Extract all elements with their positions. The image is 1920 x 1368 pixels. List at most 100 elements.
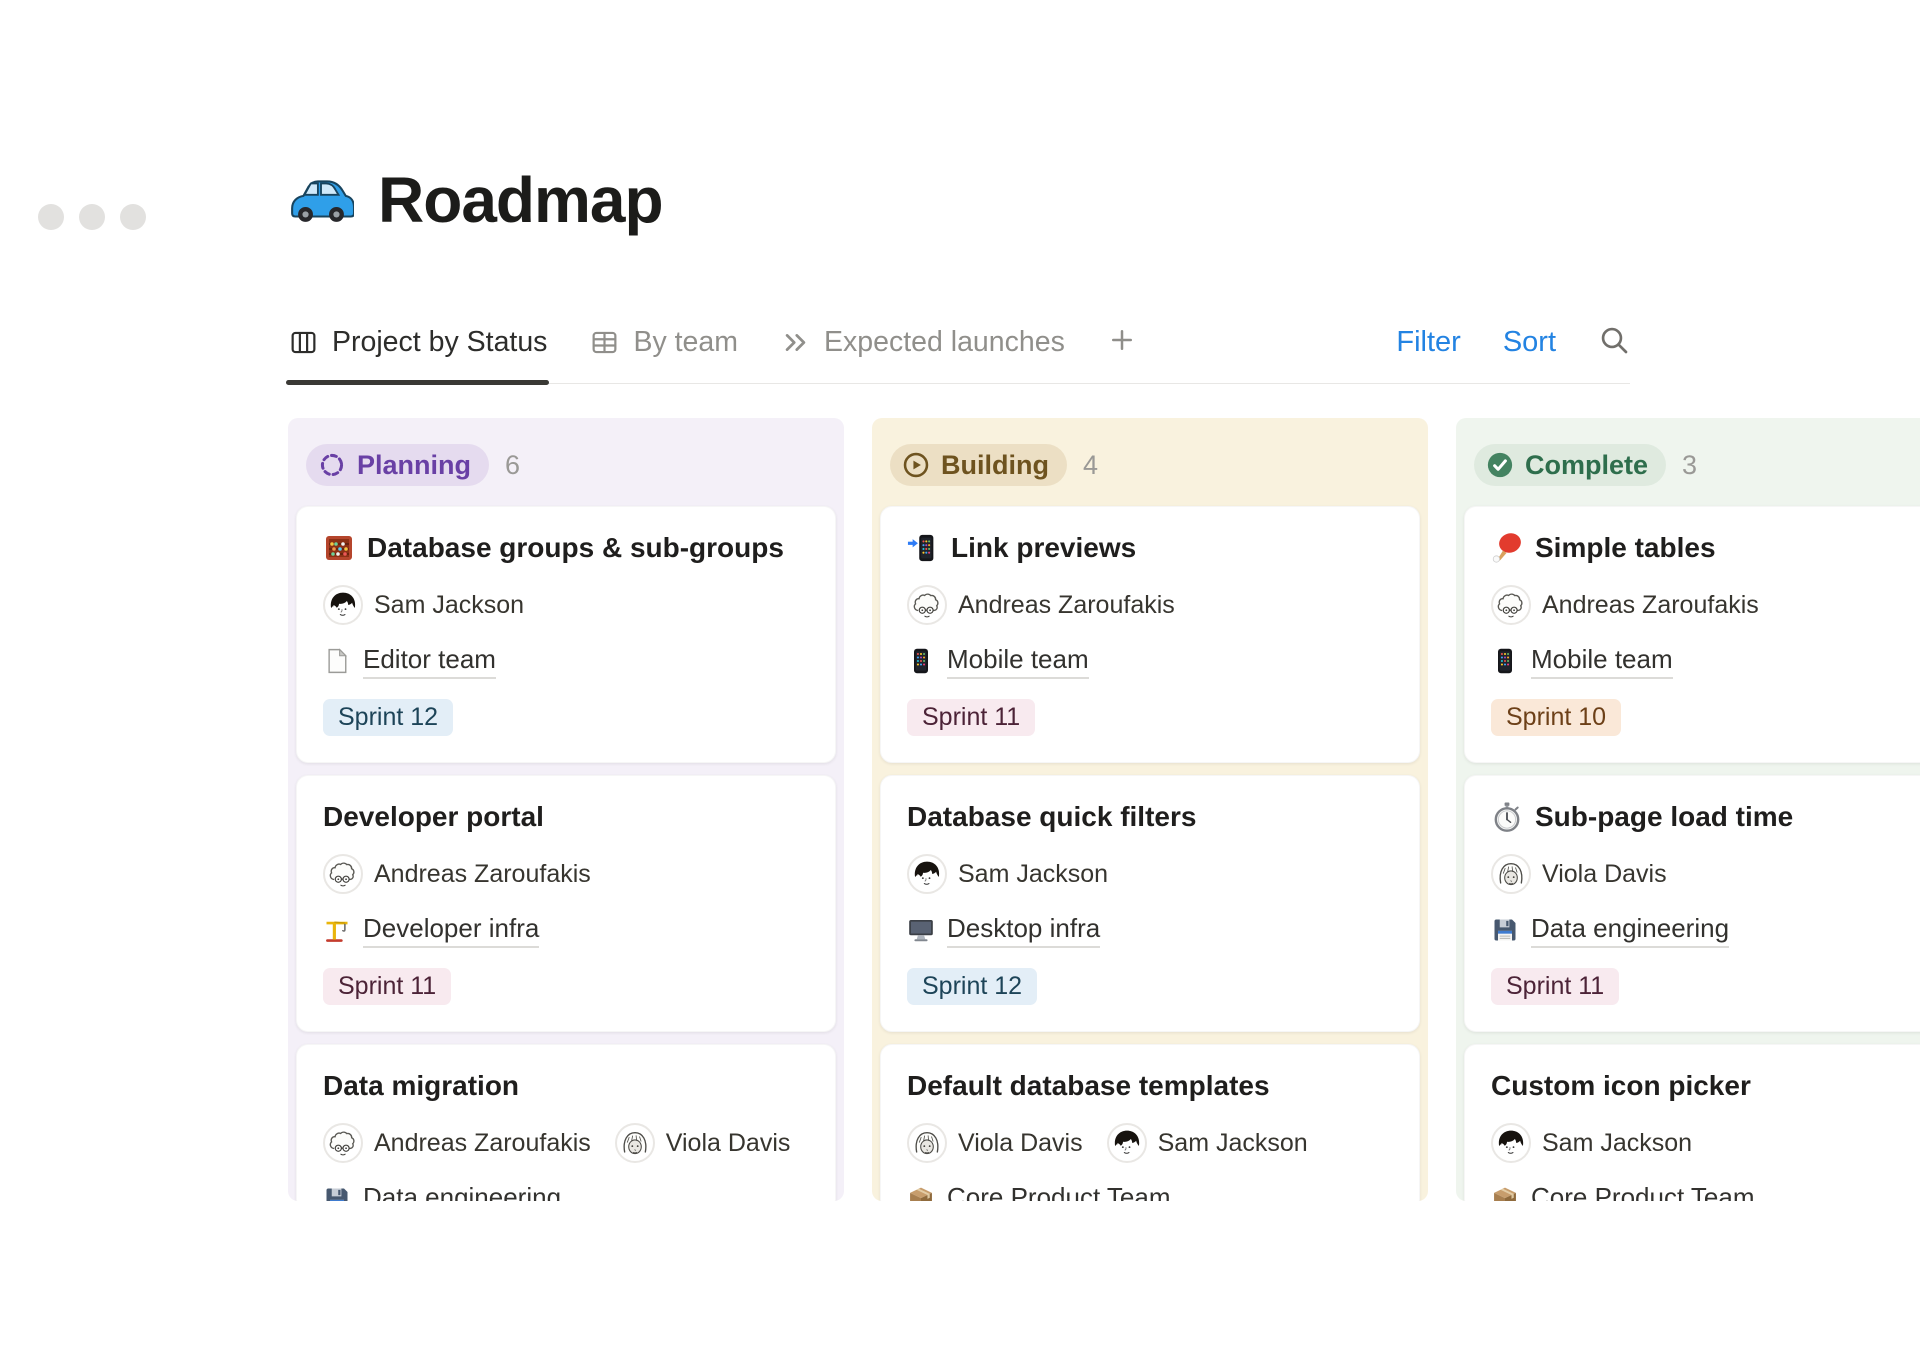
table-view-icon [589, 327, 620, 358]
search-button[interactable] [1598, 324, 1630, 361]
avatar-andreas [907, 585, 947, 625]
person: Sam Jackson [1491, 1123, 1692, 1163]
page-header: Roadmap [288, 168, 1920, 232]
chevrons-right-icon [780, 327, 811, 358]
person-row: Viola Davis [1491, 854, 1920, 894]
tab-label: Expected launches [824, 326, 1065, 359]
column-header: Building4 [880, 426, 1420, 506]
person-name: Andreas Zaroufakis [374, 1129, 591, 1158]
card[interactable]: Default database templates Viola Davis Sam… [880, 1044, 1420, 1201]
person-row: Andreas Zaroufakis Viola Davis [323, 1123, 809, 1163]
window-dot[interactable] [38, 204, 64, 230]
card-title: Database groups & sub-groups [323, 531, 809, 565]
card[interactable]: Custom icon picker Sam Jackson Core Produc… [1464, 1044, 1920, 1201]
team-link[interactable]: Mobile team [907, 643, 1393, 679]
avatar-andreas [1491, 585, 1531, 625]
page: Roadmap Project by Status By team Expect… [0, 168, 1920, 1201]
view-tabs-list: Project by Status By team Expected launc… [288, 325, 1137, 360]
person-name: Viola Davis [1542, 860, 1667, 889]
tab-project-by-status[interactable]: Project by Status [288, 326, 547, 359]
person-row: Andreas Zaroufakis [1491, 585, 1920, 625]
board-column-complete: Complete 3 Simple tablesAndreas Zaroufakis… [1456, 418, 1920, 1201]
filter-button[interactable]: Filter [1396, 326, 1460, 359]
person: Andreas Zaroufakis [323, 854, 591, 894]
avatar-viola [1491, 854, 1531, 894]
add-view-button[interactable] [1107, 325, 1137, 360]
column-count: 3 [1682, 450, 1697, 481]
avatar-sam [907, 854, 947, 894]
person-name: Sam Jackson [1158, 1129, 1308, 1158]
person-name: Sam Jackson [1542, 1129, 1692, 1158]
team-link[interactable]: Data engineering [323, 1181, 809, 1201]
status-pill-building[interactable]: Building [890, 444, 1067, 486]
team-link[interactable]: Core Product Team [1491, 1181, 1920, 1201]
team-label: Mobile team [947, 643, 1089, 679]
card[interactable]: Database groups & sub-groupsSam JacksonE… [296, 506, 836, 763]
card[interactable]: Developer portalAndreas ZaroufakisDevelo… [296, 775, 836, 1032]
tab-by-team[interactable]: By team [589, 326, 738, 359]
person-row: Viola Davis Sam Jackson [907, 1123, 1393, 1163]
card-list: Simple tablesAndreas ZaroufakisMobile te… [1464, 506, 1920, 1201]
status-building-icon [902, 451, 930, 479]
person-name: Sam Jackson [958, 860, 1108, 889]
car-icon[interactable] [288, 174, 354, 226]
avatar-andreas [323, 1123, 363, 1163]
team-link[interactable]: Mobile team [1491, 643, 1920, 679]
abacus-icon [323, 532, 355, 564]
window-dot[interactable] [120, 204, 146, 230]
floppy-icon [323, 1185, 351, 1201]
card[interactable]: Simple tablesAndreas ZaroufakisMobile te… [1464, 506, 1920, 763]
card[interactable]: Link previews Andreas Zaroufakis Mobile te… [880, 506, 1420, 763]
avatar-viola [907, 1123, 947, 1163]
status-pill-planning[interactable]: Planning [306, 444, 489, 486]
person: Viola Davis [1491, 854, 1667, 894]
status-label: Building [941, 451, 1049, 479]
person-name: Andreas Zaroufakis [958, 591, 1175, 620]
person-row: Sam Jackson [907, 854, 1393, 894]
team-label: Data engineering [363, 1181, 561, 1201]
team-label: Core Product Team [947, 1181, 1171, 1201]
card[interactable]: Data migrationAndreas ZaroufakisViola Da… [296, 1044, 836, 1201]
card-title-text: Custom icon picker [1491, 1069, 1751, 1103]
avatar-sam [1107, 1123, 1147, 1163]
tab-label: Project by Status [332, 326, 547, 359]
team-link[interactable]: Editor team [323, 643, 809, 679]
card-title: Link previews [907, 531, 1393, 565]
tab-label: By team [633, 326, 738, 359]
status-complete-icon [1486, 451, 1514, 479]
team-label: Desktop infra [947, 912, 1100, 948]
column-header: Complete 3 [1464, 426, 1920, 506]
card[interactable]: Database quick filtersSam JacksonDesktop… [880, 775, 1420, 1032]
person-name: Viola Davis [958, 1129, 1083, 1158]
board-view-icon [288, 327, 319, 358]
team-link[interactable]: Developer infra [323, 912, 809, 948]
status-planning-icon [318, 451, 346, 479]
column-header: Planning6 [296, 426, 836, 506]
stopwatch-icon [1491, 801, 1523, 833]
sort-button[interactable]: Sort [1503, 326, 1556, 359]
person: Viola Davis [615, 1123, 791, 1163]
person: Viola Davis [907, 1123, 1083, 1163]
team-link[interactable]: Data engineering [1491, 912, 1920, 948]
plus-icon [1107, 325, 1137, 355]
team-link[interactable]: Core Product Team [907, 1181, 1393, 1201]
person-row: Andreas Zaroufakis [907, 585, 1393, 625]
card-title: Default database templates [907, 1069, 1393, 1103]
team-link[interactable]: Desktop infra [907, 912, 1393, 948]
person: Sam Jackson [1107, 1123, 1308, 1163]
person-row: Sam Jackson [1491, 1123, 1920, 1163]
card-list: Link previews Andreas Zaroufakis Mobile te… [880, 506, 1420, 1201]
person-name: Andreas Zaroufakis [1542, 591, 1759, 620]
person-name: Viola Davis [666, 1129, 791, 1158]
card[interactable]: Sub-page load timeViola DavisData engine… [1464, 775, 1920, 1032]
window-controls[interactable] [38, 204, 146, 230]
person-name: Andreas Zaroufakis [374, 860, 591, 889]
status-pill-complete[interactable]: Complete [1474, 444, 1666, 486]
search-icon [1598, 324, 1630, 356]
person: Sam Jackson [907, 854, 1108, 894]
avatar-viola [615, 1123, 655, 1163]
window-dot[interactable] [79, 204, 105, 230]
person-row: Andreas Zaroufakis [323, 854, 809, 894]
tab-expected-launches[interactable]: Expected launches [780, 326, 1065, 359]
phone-arrow-icon [907, 532, 939, 564]
